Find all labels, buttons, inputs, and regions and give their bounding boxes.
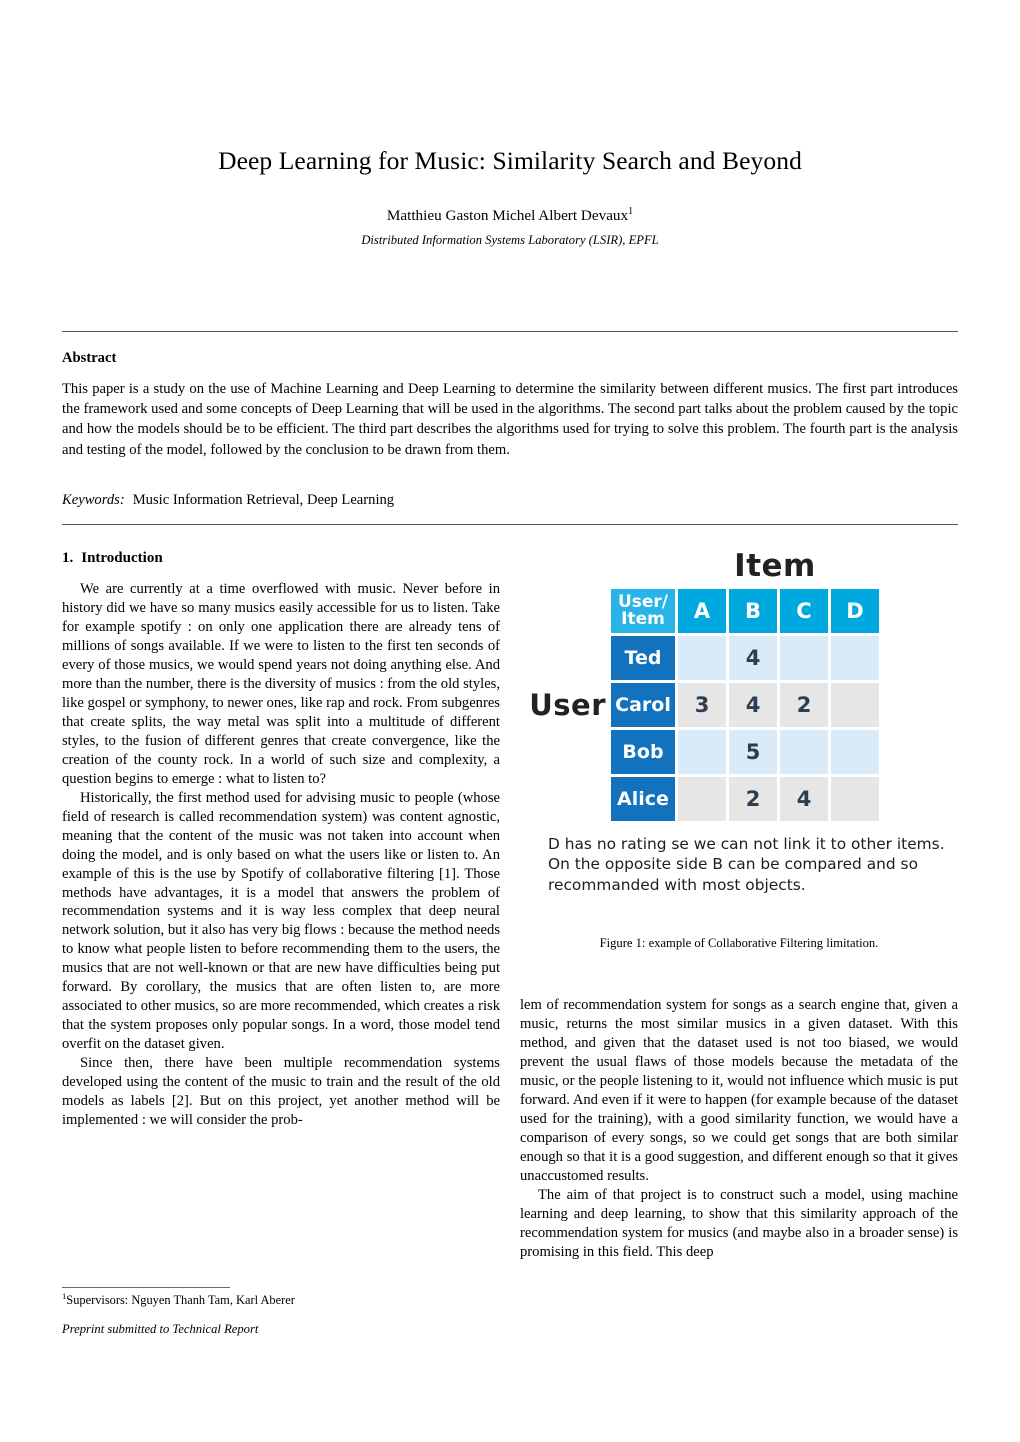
matrix-cell: 2 (780, 683, 828, 727)
keywords-label: Keywords: (62, 492, 125, 508)
matrix-column-header: C (780, 589, 828, 633)
paragraph: Historically, the first method used for … (62, 789, 500, 1053)
matrix-row-header: Alice (611, 777, 675, 821)
matrix-cell (780, 730, 828, 774)
figure-axis-label-user: User (529, 688, 606, 722)
matrix-cell: 4 (729, 683, 777, 727)
user-item-matrix: User/ Item A B C D Ted 4 Carol 3 4 2 Bob… (608, 586, 882, 824)
matrix-row: Alice 2 4 (611, 777, 879, 821)
keywords-list: Music Information Retrieval, Deep Learni… (132, 492, 395, 508)
figure-axis-label-item: Item (734, 548, 816, 584)
matrix-cell (831, 683, 879, 727)
paragraph: The aim of that project is to construct … (520, 1186, 958, 1260)
figure-caption: Figure 1: example of Collaborative Filte… (599, 936, 879, 950)
matrix-row: Carol 3 4 2 (611, 683, 879, 727)
preprint-notice: Preprint submitted to Technical Report (62, 1322, 259, 1336)
matrix-row-header: Ted (611, 636, 675, 680)
figure-image: Item User User/ Item A B C D Ted 4 Carol… (520, 548, 958, 908)
matrix-row-header: Bob (611, 730, 675, 774)
abstract-bottom-rule (62, 524, 958, 525)
matrix-cell (678, 636, 726, 680)
paragraph: We are currently at a time overflowed wi… (62, 581, 500, 787)
figure-annotation-text: D has no rating se we can not link it to… (548, 835, 945, 894)
matrix-cell: 4 (780, 777, 828, 821)
footnote: 1Supervisors: Nguyen Thanh Tam, Karl Abe… (62, 1292, 500, 1308)
section-number: 1. (62, 550, 74, 566)
author-footnote-marker[interactable]: 1 (628, 206, 633, 217)
abstract-top-rule (62, 331, 958, 332)
author-name: Matthieu Gaston Michel Albert Devaux (386, 207, 629, 224)
matrix-cell: 3 (678, 683, 726, 727)
page-title: Deep Learning for Music: Similarity Sear… (218, 146, 802, 175)
matrix-cell (831, 636, 879, 680)
footnote-rule (62, 1287, 230, 1288)
matrix-cell (678, 730, 726, 774)
matrix-row-header: Carol (611, 683, 675, 727)
matrix-column-header: A (678, 589, 726, 633)
affiliation: Distributed Information Systems Laborato… (361, 233, 659, 247)
abstract-heading: Abstract (62, 350, 117, 366)
matrix-column-header: D (831, 589, 879, 633)
matrix-cell (831, 777, 879, 821)
matrix-cell: 5 (729, 730, 777, 774)
matrix-column-header: B (729, 589, 777, 633)
abstract-body: This paper is a study on the use of Mach… (62, 381, 958, 458)
matrix-corner-cell: User/ Item (611, 589, 675, 633)
matrix-cell (780, 636, 828, 680)
author-line: Matthieu Gaston Michel Albert Devaux1 (62, 206, 958, 225)
matrix-header-row: User/ Item A B C D (611, 589, 879, 633)
left-column: We are currently at a time overflowed wi… (62, 580, 500, 1130)
keywords: Keywords: Music Information Retrieval, De… (62, 492, 958, 509)
matrix-cell: 2 (729, 777, 777, 821)
matrix-cell: 4 (729, 636, 777, 680)
matrix-cell (678, 777, 726, 821)
right-column: lem of recommendation system for songs a… (520, 996, 958, 1262)
matrix-row: Ted 4 (611, 636, 879, 680)
corner-line-2: Item (621, 609, 665, 629)
section-title: Introduction (81, 550, 163, 566)
paragraph: lem of recommendation system for songs a… (520, 997, 958, 1184)
matrix-row: Bob 5 (611, 730, 879, 774)
paragraph: Since then, there have been multiple rec… (62, 1055, 500, 1129)
matrix-cell (831, 730, 879, 774)
section-heading-introduction: 1. Introduction (62, 550, 163, 567)
footnote-text: Supervisors: Nguyen Thanh Tam, Karl Aber… (66, 1293, 295, 1307)
figure-1: Item User User/ Item A B C D Ted 4 Carol… (520, 548, 958, 950)
paper-page: Deep Learning for Music: Similarity Sear… (0, 0, 1020, 1442)
